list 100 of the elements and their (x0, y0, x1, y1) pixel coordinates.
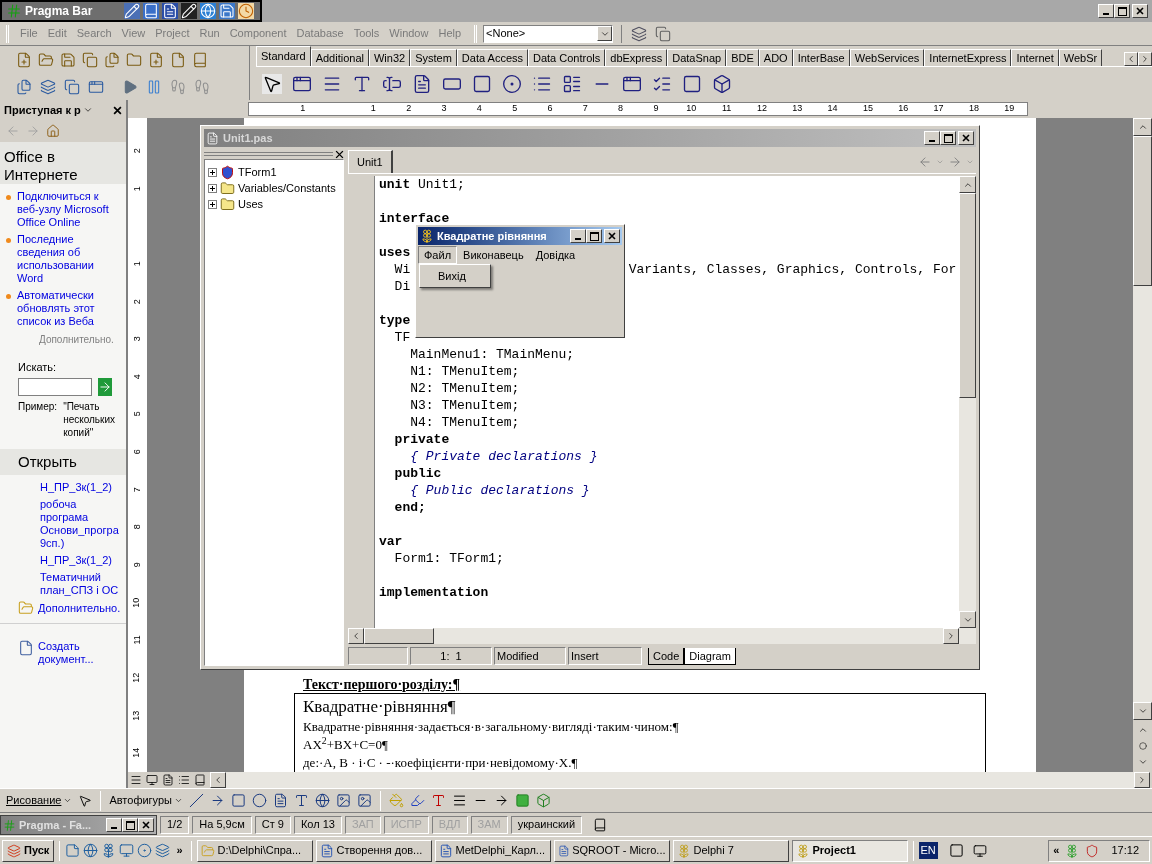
palette-tab[interactable]: WebServices (849, 49, 925, 66)
expand-icon[interactable] (208, 199, 217, 209)
maximize-button[interactable] (940, 131, 956, 145)
taskbar-button[interactable]: Project1 (791, 839, 908, 862)
rectangle-icon[interactable] (231, 793, 246, 808)
memo-icon[interactable] (412, 73, 432, 94)
scroll-left-button[interactable] (1124, 52, 1138, 66)
go-button[interactable] (98, 377, 112, 396)
dropdown-icon[interactable] (82, 105, 93, 115)
minimize-button[interactable] (106, 818, 122, 832)
palette-tab[interactable]: dbExpress (605, 49, 668, 66)
view-tab[interactable]: Code (648, 647, 685, 665)
arrow-style-icon[interactable] (494, 793, 509, 808)
palette-tab[interactable]: Data Controls (528, 49, 606, 66)
taskbar-button[interactable]: D:\Delphi\Спра... (196, 839, 313, 862)
minimize-button[interactable] (570, 229, 586, 243)
pen-icon[interactable] (181, 3, 197, 19)
palette-tab[interactable]: Internet (1011, 49, 1059, 66)
close-icon[interactable] (335, 149, 344, 159)
palette-tab[interactable]: Win32 (369, 49, 411, 66)
new-document-icon[interactable] (18, 639, 34, 656)
print-view-icon[interactable] (162, 774, 174, 786)
minimize-button[interactable] (1098, 4, 1114, 18)
palette-tab[interactable]: BDE (726, 49, 759, 66)
expand-icon[interactable] (208, 183, 217, 193)
run-icon[interactable] (122, 78, 138, 95)
palette-tab[interactable]: InterBase (792, 49, 850, 66)
line-color-icon[interactable] (410, 793, 425, 808)
record-icon[interactable] (137, 843, 153, 858)
code-editor[interactable] (375, 176, 959, 628)
palette-tab[interactable]: Standard (256, 46, 311, 66)
line-style-icon[interactable] (452, 793, 467, 808)
save-icon[interactable] (60, 51, 76, 68)
recent-file-link[interactable]: Н_ПР_3к(1_2) (40, 481, 124, 494)
palette-tab[interactable]: WebSr (1058, 49, 1103, 66)
line-icon[interactable] (189, 793, 204, 808)
notepad-icon[interactable] (124, 3, 140, 19)
palette-tab[interactable]: DataSnap (667, 49, 727, 66)
more-link[interactable]: Дополнительно. (0, 328, 126, 347)
shadow-icon[interactable] (515, 793, 530, 808)
book-icon[interactable] (143, 3, 159, 19)
palette-tab[interactable]: System (410, 49, 457, 66)
clock-icon[interactable] (238, 3, 254, 19)
tree-item[interactable]: Variables/Constants (238, 179, 336, 197)
scrollbar-thumb[interactable] (364, 628, 434, 644)
vertical-scrollbar[interactable] (1133, 118, 1152, 772)
taskbar-button[interactable]: Delphi 7 (672, 839, 789, 862)
horizontal-scrollbar[interactable] (348, 628, 976, 644)
font-color-icon[interactable] (431, 793, 446, 808)
picture-icon[interactable] (357, 793, 372, 808)
text-box-icon[interactable] (273, 793, 288, 808)
language-indicator[interactable]: EN (918, 842, 938, 859)
fill-color-icon[interactable] (389, 793, 404, 808)
clip-art-icon[interactable] (336, 793, 351, 808)
folder-icon[interactable] (220, 196, 235, 212)
browse-object-icon[interactable] (1138, 742, 1147, 750)
arrow-icon[interactable] (210, 793, 225, 808)
tree-item[interactable]: TForm1 (238, 163, 277, 181)
close-button[interactable] (138, 818, 154, 832)
new-form-icon[interactable] (88, 78, 104, 95)
create-document-link[interactable]: Создать документ... (38, 639, 108, 666)
3d-icon[interactable] (536, 793, 551, 808)
window-list-icon[interactable] (655, 25, 672, 42)
recent-file-link[interactable]: робоча програма Основи_програ 9сп.) (40, 498, 124, 550)
start-button[interactable]: Пуск (2, 839, 55, 862)
toggle-form-icon[interactable] (64, 78, 80, 95)
pointer-icon[interactable] (262, 73, 282, 94)
document-icon[interactable] (162, 3, 178, 19)
palette-tab[interactable]: Data Access (456, 49, 528, 66)
expand-icon[interactable] (208, 167, 217, 177)
search-field[interactable] (18, 377, 92, 396)
scroll-right-button[interactable] (1138, 52, 1152, 66)
unit-file-icon[interactable] (206, 131, 219, 145)
new-file-icon[interactable] (16, 51, 32, 68)
view-tab[interactable]: Diagram (684, 647, 736, 665)
taskbar-button[interactable]: Створення дов... (315, 839, 432, 862)
disk-icon[interactable] (219, 3, 235, 19)
vertical-scrollbar[interactable] (959, 176, 976, 628)
taskbar-button[interactable]: SQROOT - Micro... (553, 839, 670, 862)
folder-icon[interactable] (220, 180, 235, 196)
link[interactable]: Подключиться к веб-узлу Microsoft Office Online (17, 190, 120, 229)
word-art-icon[interactable] (294, 793, 309, 808)
tree-item[interactable]: Uses (238, 195, 264, 213)
oval-icon[interactable] (252, 793, 267, 808)
maximize-button[interactable] (1114, 4, 1130, 18)
show-hidden-icons[interactable]: « (1053, 842, 1060, 859)
panel-icon[interactable] (682, 73, 702, 94)
close-button[interactable] (604, 229, 620, 243)
open-project-icon[interactable] (126, 51, 142, 68)
scrollbar-thumb[interactable] (959, 193, 976, 398)
shield-icon[interactable] (1085, 843, 1100, 858)
outline-view-icon[interactable] (178, 774, 190, 786)
maximize-button[interactable] (586, 229, 602, 243)
combo-box-icon[interactable] (562, 73, 582, 94)
palette-tab[interactable]: Additional (310, 49, 369, 66)
globe-icon[interactable] (83, 843, 99, 858)
menu-item[interactable]: Довідка (529, 245, 582, 264)
palette-tab[interactable]: ADO (758, 49, 793, 66)
checkbox-icon[interactable] (472, 73, 492, 94)
quick-launch-more[interactable]: » (173, 842, 186, 859)
